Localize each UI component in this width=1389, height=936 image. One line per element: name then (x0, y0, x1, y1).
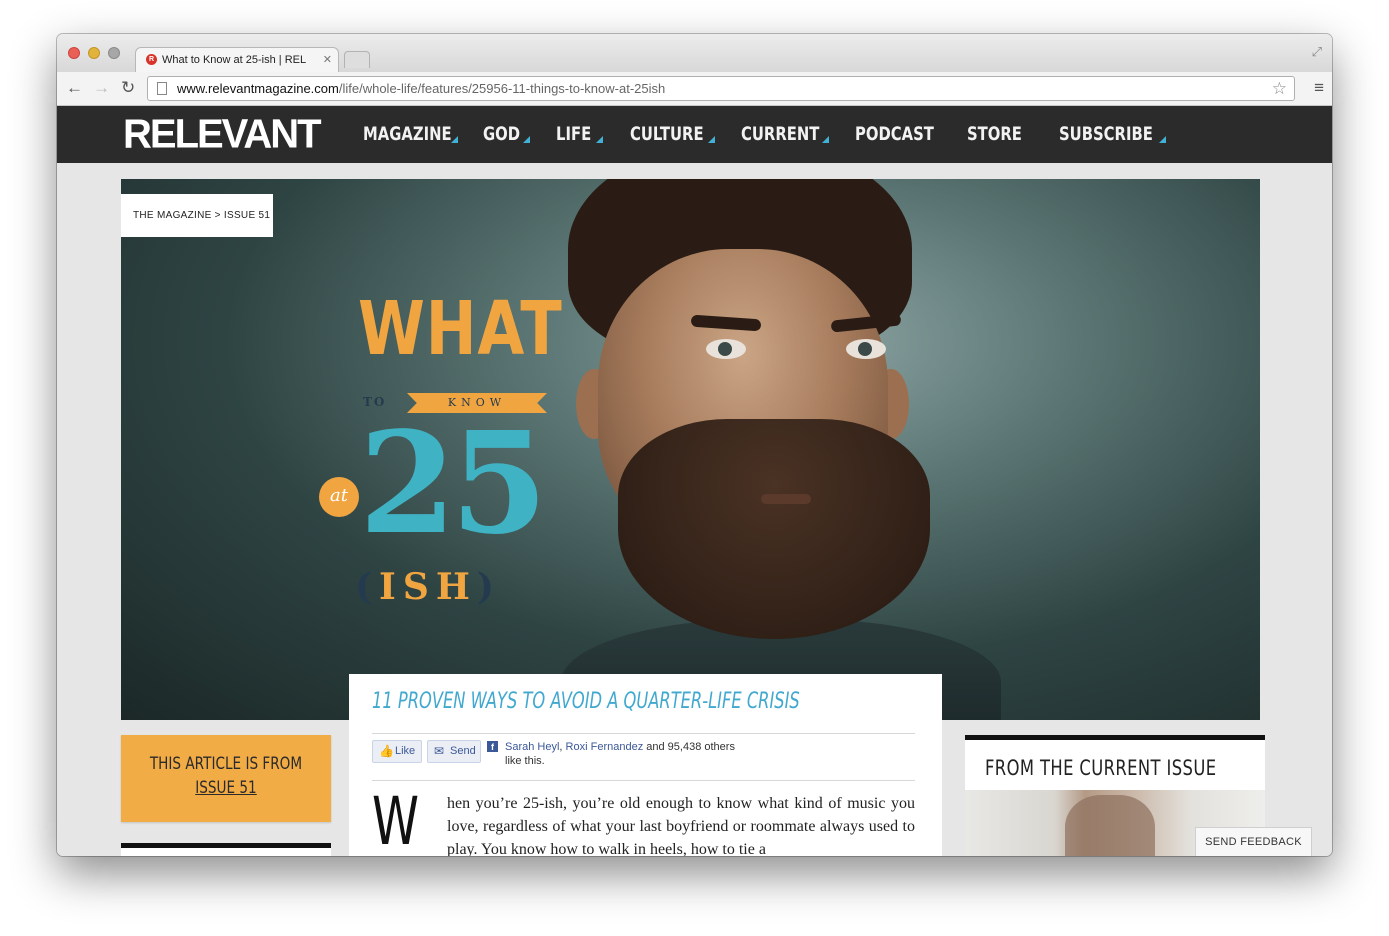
title-bar: R What to Know at 25-ish | REL ✕ ⤢ (57, 34, 1332, 72)
nav-item-store[interactable]: STORE (967, 122, 1022, 146)
hero-title-ish-text: ISH (379, 566, 477, 608)
send-feedback-button[interactable]: SEND FEEDBACK (1195, 827, 1312, 856)
drop-cap: W (372, 783, 419, 857)
fullscreen-icon[interactable]: ⤢ (1312, 44, 1322, 60)
issue-callout: THIS ARTICLE IS FROM ISSUE 51 (121, 735, 331, 822)
current-issue-title: FROM THE CURRENT ISSUE (985, 756, 1217, 780)
nav-item-life[interactable]: LIFE (556, 122, 591, 146)
nav-item-current[interactable]: CURRENT (741, 122, 819, 146)
current-issue-photo-figure (1065, 795, 1155, 856)
hero-photo-mouth (761, 494, 811, 504)
dropdown-caret-icon (822, 136, 829, 143)
page-content: THE MAGAZINE > ISSUE 51 WHAT TO KNOW 25 … (57, 163, 1332, 856)
divider (372, 733, 915, 734)
hero-photo-eye (846, 339, 886, 359)
facebook-send-button[interactable]: ✉ Send (427, 740, 481, 763)
reload-icon[interactable]: ↻ (121, 78, 135, 98)
site-logo[interactable]: RELEVANT (123, 112, 322, 157)
url-path: /life/whole-life/features/25956-11-thing… (338, 81, 666, 96)
facebook-like-button[interactable]: 👍 Like (372, 740, 422, 763)
nav-item-god[interactable]: GOD (483, 122, 520, 146)
send-label: Send (450, 745, 476, 757)
facebook-icon: f (487, 741, 498, 752)
nav-item-magazine[interactable]: MAGAZINE (363, 122, 452, 146)
site-favicon-icon: R (146, 54, 157, 65)
hero-title-number: 25 (359, 402, 548, 566)
hero-photo-eye (706, 339, 746, 359)
hero-title-at-badge: at (319, 477, 359, 517)
dropdown-caret-icon (708, 136, 715, 143)
article-headline: 11 PROVEN WAYS TO AVOID A QUARTER-LIFE C… (372, 689, 800, 714)
nav-item-subscribe[interactable]: SUBSCRIBE (1059, 122, 1153, 146)
close-tab-icon[interactable]: ✕ (323, 48, 332, 72)
thumbs-up-icon: 👍 (379, 744, 394, 758)
back-arrow-icon[interactable]: ← (66, 78, 83, 98)
paren-open: ( (355, 566, 380, 608)
browser-toolbar: ← → ↻ www.relevantmagazine.com/life/whol… (57, 72, 1332, 106)
menu-icon[interactable]: ≡ (1314, 79, 1324, 97)
minimize-window-button[interactable] (88, 47, 100, 59)
friend-link[interactable]: Roxi Fernandez (566, 741, 644, 753)
speech-bubble-icon: ✉ (434, 744, 445, 758)
paren-close: ) (476, 566, 501, 608)
browser-tab[interactable]: R What to Know at 25-ish | REL ✕ (135, 47, 339, 72)
sidebar-card (121, 848, 331, 856)
bookmark-star-icon[interactable]: ☆ (1272, 77, 1287, 100)
hero-title-art: WHAT TO KNOW 25 at (ISH) (311, 286, 563, 619)
issue-callout-text: THIS ARTICLE IS FROM (149, 754, 303, 774)
close-window-button[interactable] (68, 47, 80, 59)
address-bar[interactable]: www.relevantmagazine.com/life/whole-life… (147, 76, 1295, 101)
hero-title-ish: (ISH) (355, 567, 501, 607)
article-body: hen you’re 25-ish, you’re old enough to … (447, 795, 915, 856)
url-host: www.relevantmagazine.com (177, 81, 339, 96)
like-label: Like (395, 745, 416, 757)
article-card: 11 PROVEN WAYS TO AVOID A QUARTER-LIFE C… (349, 674, 942, 856)
hero-image: THE MAGAZINE > ISSUE 51 WHAT TO KNOW 25 … (121, 179, 1260, 720)
nav-item-culture[interactable]: CULTURE (630, 122, 704, 146)
divider (372, 780, 915, 781)
page-icon (157, 82, 167, 95)
breadcrumb[interactable]: THE MAGAZINE > ISSUE 51 (121, 194, 273, 237)
hero-title-what: WHAT (358, 286, 563, 372)
friend-link[interactable]: Sarah Heyl (505, 741, 559, 753)
issue-link[interactable]: ISSUE 51 (142, 776, 310, 800)
forward-arrow-icon[interactable]: → (93, 78, 110, 98)
browser-window: R What to Know at 25-ish | REL ✕ ⤢ ← → ↻… (57, 34, 1332, 856)
nav-item-podcast[interactable]: PODCAST (855, 122, 934, 146)
dropdown-caret-icon (596, 136, 603, 143)
dropdown-caret-icon (1159, 136, 1166, 143)
tab-title: What to Know at 25-ish | REL (162, 54, 307, 66)
maximize-window-button[interactable] (108, 47, 120, 59)
dropdown-caret-icon (523, 136, 530, 143)
dropdown-caret-icon (451, 136, 458, 143)
site-header: RELEVANT MAGAZINE GOD LIFE CULTURE CURRE… (57, 106, 1332, 163)
facebook-social-text: Sarah Heyl, Roxi Fernandez and 95,438 ot… (505, 741, 735, 767)
new-tab-button[interactable] (344, 51, 370, 68)
hero-photo-beard (618, 419, 930, 639)
